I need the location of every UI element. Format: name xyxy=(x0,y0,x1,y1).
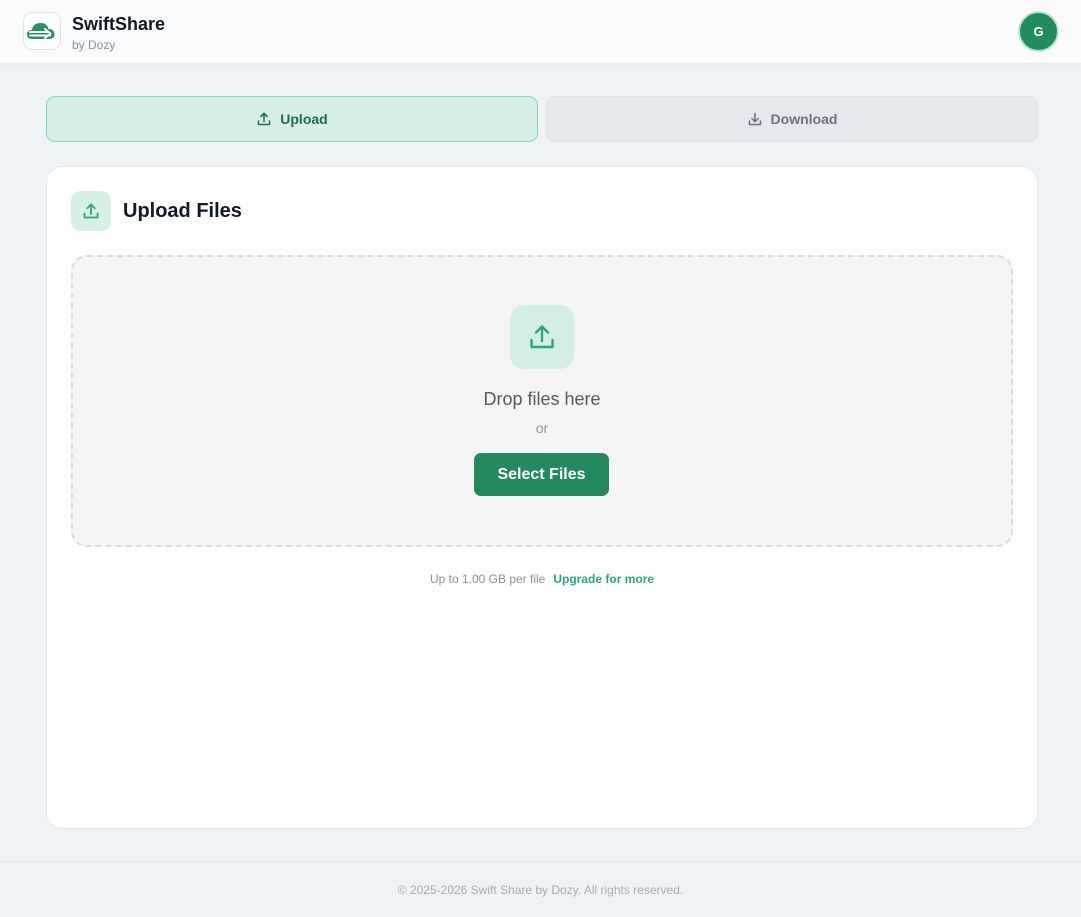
upload-card: Upload Files Drop files here or Select F… xyxy=(46,166,1038,829)
dropzone-or-text: or xyxy=(535,420,549,436)
brand-subtitle: by Dozy xyxy=(72,38,116,52)
file-dropzone[interactable]: Drop files here or Select Files xyxy=(71,255,1013,547)
tab-download[interactable]: Download xyxy=(546,96,1038,142)
brand-name: SwiftShare xyxy=(72,14,166,34)
file-limit-text: Up to 1.00 GB per file xyxy=(429,572,546,586)
app-header: SwiftShare by Dozy G xyxy=(0,0,1081,63)
file-limit-row: Up to 1.00 GB per file Upgrade for more xyxy=(47,572,1037,586)
tab-upload[interactable]: Upload xyxy=(46,96,538,142)
dropzone-text: Drop files here xyxy=(483,389,601,409)
download-icon xyxy=(748,112,761,126)
app-footer: © 2025-2026 Swift Share by Dozy. All rig… xyxy=(0,861,1081,917)
tab-download-label: Download xyxy=(770,111,838,127)
tab-upload-label: Upload xyxy=(280,111,328,127)
dropzone-icon-box xyxy=(510,305,574,369)
user-avatar[interactable]: G xyxy=(1018,11,1059,52)
copyright-text: © 2025-2026 Swift Share by Dozy. All rig… xyxy=(397,883,684,897)
upload-icon xyxy=(258,112,271,126)
cloud-arrow-icon xyxy=(27,23,55,39)
upgrade-link[interactable]: Upgrade for more xyxy=(553,572,654,586)
upload-icon xyxy=(530,325,554,349)
app-logo[interactable] xyxy=(23,12,61,50)
card-title: Upload Files xyxy=(123,200,242,222)
select-files-button[interactable]: Select Files xyxy=(474,453,609,496)
upload-icon xyxy=(83,203,99,219)
app-window: SwiftShare by Dozy G Upload Download Upl… xyxy=(0,0,1081,917)
card-icon-box xyxy=(71,191,111,231)
